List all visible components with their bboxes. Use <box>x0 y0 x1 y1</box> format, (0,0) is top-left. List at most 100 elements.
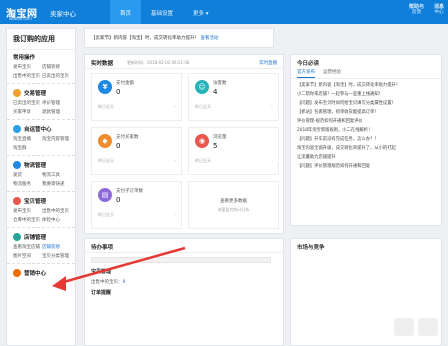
sidebar-item[interactable]: 发布宝贝 <box>13 208 40 214</box>
sidebar-item[interactable]: 物流服务 <box>13 181 40 187</box>
sidebar-section-logistics: 物流管理 发货 物流工具 物流服务 我要寄快递 <box>7 158 75 189</box>
sidebar-section-title[interactable]: 物流管理 <box>24 161 46 169</box>
help-feedback-button[interactable]: 帮助与 反馈 <box>409 4 424 16</box>
sidebar-item[interactable]: 退款管理 <box>42 109 69 115</box>
stat-value: 0 <box>116 142 121 150</box>
realtime-panel: 实时数据 更新时间：2018-02-02 09:21:08 实时直播 ¥ 支付金… <box>84 54 284 234</box>
stat-footnote: 昨日全天 <box>98 212 114 217</box>
sidebar-section-title[interactable]: 自运营中心 <box>24 125 52 133</box>
sidebar-item[interactable]: 宝贝分类管理 <box>42 253 69 259</box>
tab-experience[interactable]: 运营经验 <box>323 69 341 78</box>
sidebar-section-title[interactable]: 宝贝管理 <box>24 197 46 205</box>
stat-card-pageviews[interactable]: ◉ 浏览量 5 昨日全天 › <box>188 127 279 175</box>
tips-item[interactable]: 2018年淘宝新版规则，小二在线解析！ <box>297 127 435 136</box>
sidebar-item[interactable]: 发货 <box>13 172 40 178</box>
sidebar-item[interactable]: 出售中的宝贝 <box>42 208 69 214</box>
chevron-down-icon: ▾ <box>205 11 209 17</box>
todo-scroll-bar[interactable] <box>91 257 271 263</box>
sidebar-item[interactable]: 淘宝内容管理 <box>42 136 69 142</box>
chevron-right-icon: › <box>174 104 176 110</box>
view-more-data-button[interactable]: 查看更多数据 流量监控统计分析 <box>188 181 279 229</box>
stat-footnote: 昨日全天 <box>98 104 114 109</box>
tips-item[interactable]: 让流量助力店铺提升 <box>297 154 435 163</box>
stat-card-payment[interactable]: ¥ 支付金额 0 昨日全天 › <box>91 73 182 121</box>
sidebar-item[interactable]: 淘宝直播 <box>13 136 40 142</box>
sidebar-item[interactable]: 仓库中的宝贝 <box>13 217 40 223</box>
sidebar-item[interactable]: 物流工具 <box>42 172 69 178</box>
tab-official[interactable]: 官方发布 <box>297 69 315 78</box>
sidebar-item[interactable]: 买家申诉 <box>13 109 40 115</box>
trade-icon <box>13 89 21 97</box>
notice-link[interactable]: 查看活动 <box>200 36 218 41</box>
message-center-button[interactable]: 消息 中心 <box>434 4 444 16</box>
sidebar: 我订购的应用 常用操作 发布宝贝 店铺装修 出售中的宝贝 已卖出的宝贝 交易管理… <box>6 28 76 346</box>
sidebar-item[interactable]: 淘宝群 <box>13 145 40 151</box>
top-tabs: 首页 基础设置 更多 ▾ <box>110 0 219 24</box>
sidebar-item[interactable]: 我要寄快递 <box>42 181 69 187</box>
sidebar-item[interactable]: 体检中心 <box>42 217 69 223</box>
tips-item[interactable]: 【问题】评价管理规范如何开通和回复 <box>297 163 435 172</box>
sidebar-item[interactable]: 评价管理 <box>42 100 69 106</box>
tips-item[interactable]: 小二帮你来店铺！一起参与一些重上线通知！ <box>297 91 435 100</box>
sidebar-section-shop: 店铺管理 查看淘宝店铺 店铺装修 图片空间 宝贝分类管理 <box>7 230 75 261</box>
stat-label: 支付买家数 <box>116 135 139 140</box>
stat-label: 访客数 <box>213 81 227 86</box>
help-feedback-bottom: 反馈 <box>411 10 421 15</box>
order-icon: ▤ <box>98 188 112 202</box>
sidebar-section-title: 常用操作 <box>13 55 36 61</box>
chevron-right-icon: › <box>271 158 273 164</box>
sidebar-section-title[interactable]: 交易管理 <box>24 89 46 97</box>
message-center-bottom: 中心 <box>434 10 444 15</box>
sidebar-section-trade: 交易管理 已卖出的宝贝 评价管理 买家申诉 退款管理 <box>7 86 75 117</box>
stat-card-buyers[interactable]: ◆ 支付买家数 0 昨日全天 › <box>91 127 182 175</box>
todo-row-label: 宝贝管理 <box>91 268 112 275</box>
chevron-right-icon: › <box>174 158 176 164</box>
buyer-icon: ◆ <box>98 134 112 148</box>
notice-bar: 【卖家节】新内容【淘宝】时，成交转化率助力提升！ 查看活动 <box>84 28 274 48</box>
sidebar-section-goods: 宝贝管理 发布宝贝 出售中的宝贝 仓库中的宝贝 体检中心 <box>7 194 75 225</box>
sidebar-section-common: 常用操作 发布宝贝 店铺装修 出售中的宝贝 已卖出的宝贝 <box>7 50 75 81</box>
sidebar-item[interactable]: 发布宝贝 <box>13 64 40 70</box>
realtime-update-time: 更新时间：2018-02-02 09:21:08 <box>127 60 190 65</box>
sidebar-section-title[interactable]: 店铺管理 <box>24 233 46 241</box>
stat-value: 0 <box>116 196 121 204</box>
visitor-icon: ☺ <box>195 80 209 94</box>
todo-sub-label: 出售中的宝贝： <box>91 279 123 285</box>
todo-title: 待办事项 <box>85 239 283 253</box>
todo-row <box>91 257 277 264</box>
chevron-right-icon: › <box>271 104 273 110</box>
todo-row[interactable]: 宝贝管理 <box>91 268 277 275</box>
top-right-tools: 帮助与 反馈 消息 中心 <box>409 4 444 16</box>
sidebar-item[interactable]: 图片空间 <box>13 253 40 259</box>
stat-card-visitors[interactable]: ☺ 访客数 4 昨日全天 › <box>188 73 279 121</box>
marketing-icon <box>13 269 21 277</box>
tips-item[interactable]: 【问题】发布宝贝时如何给宝贝填写分类属性设置！ <box>297 100 435 109</box>
todo-panel: 待办事项 宝贝管理 出售中的宝贝：9 订单提醒 <box>84 238 284 346</box>
tips-title: 今日必读 <box>297 61 320 67</box>
seller-center-title[interactable]: 卖家中心 <box>50 8 76 18</box>
tab-home[interactable]: 首页 <box>110 0 142 24</box>
sidebar-item-view-shop[interactable]: 查看淘宝店铺 <box>13 244 40 250</box>
stat-card-suborders[interactable]: ▤ 支付子订单数 0 昨日全天 › <box>91 181 182 229</box>
todo-row[interactable]: 订单提醒 <box>91 289 277 296</box>
sidebar-item[interactable]: 店铺装修 <box>42 64 69 70</box>
top-navbar: 淘宝网 Taobao.com 卖家中心 首页 基础设置 更多 ▾ 帮助与 反馈 … <box>0 0 448 24</box>
shop-icon <box>13 233 21 241</box>
tips-item[interactable]: 评价管理·规范如何开通和回复评价 <box>297 118 435 127</box>
tips-item[interactable]: 【问题】开车前没有完成任务，怎么办？！ <box>297 136 435 145</box>
stat-value: 4 <box>213 88 218 96</box>
tips-item[interactable]: 淘宝内容全面升级，成交转化率提升了，从小的打起 <box>297 145 435 154</box>
todo-sub-row[interactable]: 出售中的宝贝：9 <box>91 279 277 285</box>
sidebar-item-shop-decoration[interactable]: 店铺装修 <box>42 244 69 250</box>
todo-count: 9 <box>122 279 126 285</box>
tab-more[interactable]: 更多 ▾ <box>183 0 219 24</box>
sidebar-section-title[interactable]: 营销中心 <box>24 269 46 277</box>
tab-basic-settings[interactable]: 基础设置 <box>141 0 183 24</box>
sidebar-item[interactable]: 已卖出的宝贝 <box>42 73 69 79</box>
realtime-live-link[interactable]: 实时直播 <box>259 60 277 66</box>
tips-item[interactable]: 【抓站】包裹管理，抓单收货能提高订单！ <box>297 109 435 118</box>
stat-footnote: 昨日全天 <box>195 104 211 109</box>
tips-item[interactable]: 【卖家节】新内容【淘宝】时，成交转化率助力提升！ <box>297 82 435 91</box>
sidebar-item[interactable]: 已卖出的宝贝 <box>13 100 40 106</box>
sidebar-item[interactable]: 出售中的宝贝 <box>13 73 40 79</box>
